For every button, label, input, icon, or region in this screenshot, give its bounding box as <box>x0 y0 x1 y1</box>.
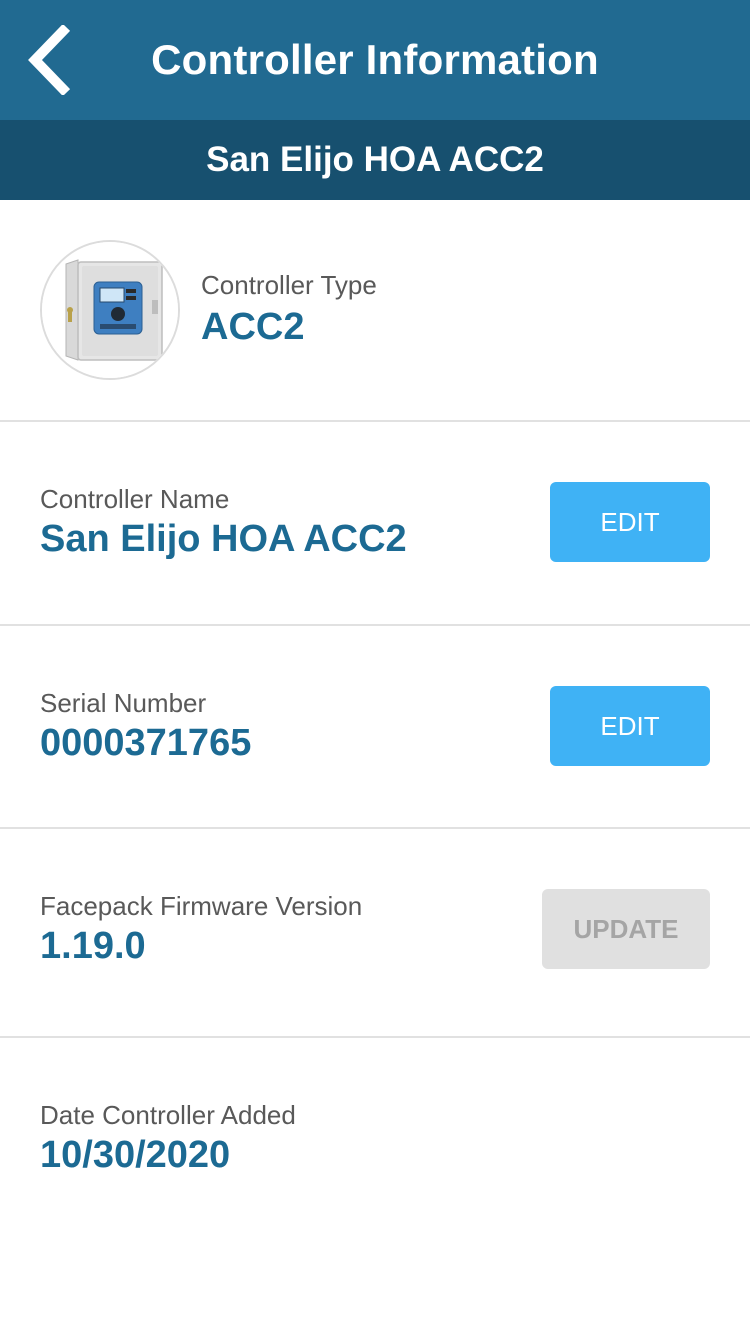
controller-device-icon <box>40 240 180 380</box>
edit-serial-number-button[interactable]: EDIT <box>550 686 710 766</box>
date-added-row: Date Controller Added 10/30/2020 <box>0 1038 750 1238</box>
edit-controller-name-button[interactable]: EDIT <box>550 482 710 562</box>
chevron-left-icon <box>28 25 71 95</box>
serial-number-label: Serial Number <box>40 688 207 718</box>
serial-number-row: Serial Number 0000371765 EDIT <box>0 626 750 829</box>
controller-info-screen: Controller Information San Elijo HOA ACC… <box>0 0 750 1334</box>
date-added-label: Date Controller Added <box>40 1100 296 1130</box>
controller-name-label: Controller Name <box>40 484 230 514</box>
date-added-value: 10/30/2020 <box>40 1134 231 1176</box>
controller-subheader: San Elijo HOA ACC2 <box>0 120 750 200</box>
update-firmware-button[interactable]: UPDATE <box>542 889 710 969</box>
controller-name-row: Controller Name San Elijo HOA ACC2 EDIT <box>0 422 750 626</box>
controller-type-row: Controller Type ACC2 <box>0 200 750 422</box>
page-title: Controller Information <box>151 36 599 83</box>
controller-type-label: Controller Type <box>201 270 377 300</box>
controller-type-value: ACC2 <box>201 306 305 348</box>
top-nav-bar: Controller Information <box>0 0 750 120</box>
back-button[interactable] <box>18 22 78 98</box>
firmware-version-row: Facepack Firmware Version 1.19.0 UPDATE <box>0 829 750 1038</box>
controller-name-value: San Elijo HOA ACC2 <box>40 518 407 560</box>
firmware-version-value: 1.19.0 <box>40 925 146 967</box>
serial-number-value: 0000371765 <box>40 722 252 764</box>
firmware-version-label: Facepack Firmware Version <box>40 891 363 921</box>
subheader-title: San Elijo HOA ACC2 <box>206 140 544 179</box>
